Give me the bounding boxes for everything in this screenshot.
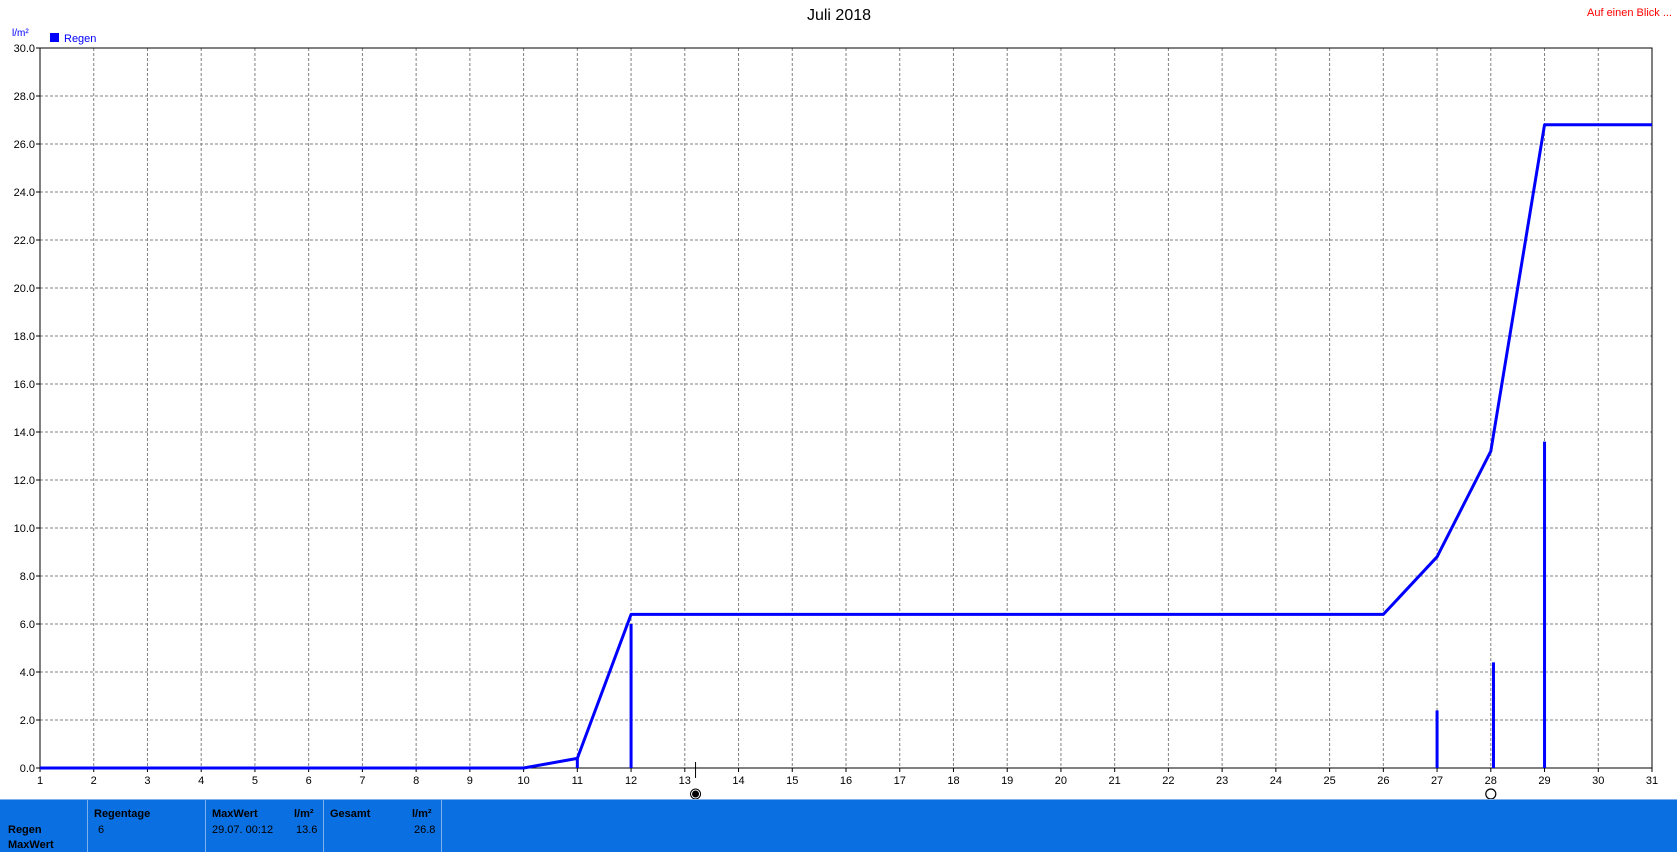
y-tick-label: 10.0 xyxy=(14,523,35,535)
x-tick-label: 20 xyxy=(1055,775,1067,787)
x-tick-label: 7 xyxy=(359,775,365,787)
x-tick-label: 31 xyxy=(1646,775,1658,787)
x-tick-label: 11 xyxy=(572,775,583,787)
x-tick-label: 6 xyxy=(306,775,312,787)
chart: Juli 2018 Auf einen Blick ... l/m² Regen… xyxy=(12,7,1672,799)
full-moon-icon xyxy=(1485,788,1497,799)
row-label-maxwert: MaxWert xyxy=(8,839,54,851)
y-tick-label: 22.0 xyxy=(14,235,35,247)
legend-swatch xyxy=(50,33,59,42)
x-tick-label: 10 xyxy=(517,775,529,787)
y-tick-label: 2.0 xyxy=(20,715,35,727)
row-label-regen: Regen xyxy=(8,824,42,836)
x-tick-label: 1 xyxy=(37,775,43,787)
gesamt-header: Gesamt xyxy=(330,808,371,820)
x-tick-label: 8 xyxy=(413,775,419,787)
x-tick-label: 21 xyxy=(1109,775,1121,787)
y-tick-label: 0.0 xyxy=(20,763,35,775)
y-tick-label: 26.0 xyxy=(14,139,35,151)
y-axis: 0.0 2.0 4.0 6.0 8.0 10.0 12.0 14.0 16.0 18.0 20.0 2… xyxy=(14,43,40,775)
x-tick-label: 26 xyxy=(1377,775,1389,787)
stats-divider xyxy=(441,800,442,852)
y-tick-label: 4.0 xyxy=(20,667,35,679)
x-tick-label: 5 xyxy=(252,775,258,787)
x-tick-label: 9 xyxy=(467,775,473,787)
gesamt-value: 26.8 xyxy=(414,824,436,836)
overview-link[interactable]: Auf einen Blick ... xyxy=(1587,7,1672,19)
x-tick-label: 3 xyxy=(144,775,150,787)
y-tick-label: 6.0 xyxy=(20,619,35,631)
x-tick-label: 16 xyxy=(840,775,852,787)
legend-label-regen: Regen xyxy=(64,33,96,45)
x-tick-label: 18 xyxy=(947,775,959,787)
chart-title: Juli 2018 xyxy=(807,7,871,24)
y-tick-label: 28.0 xyxy=(14,91,35,103)
x-tick-label: 2 xyxy=(91,775,97,787)
x-tick-label: 22 xyxy=(1162,775,1174,787)
y-tick-label: 14.0 xyxy=(14,427,35,439)
x-tick-label: 23 xyxy=(1216,775,1228,787)
maxwert-datetime: 29.07. 00:12 xyxy=(212,824,274,836)
x-tick-label: 17 xyxy=(894,775,906,787)
x-tick-label: 25 xyxy=(1323,775,1335,787)
y-tick-label: 20.0 xyxy=(14,283,35,295)
stats-divider xyxy=(205,800,206,852)
stats-divider xyxy=(323,800,324,852)
regentage-value: 6 xyxy=(98,824,105,836)
stats-divider xyxy=(87,800,88,852)
x-tick-label: 30 xyxy=(1592,775,1604,787)
x-tick-label: 15 xyxy=(786,775,798,787)
maxwert-value: 13.6 xyxy=(296,824,318,836)
x-tick-label: 14 xyxy=(732,775,744,787)
x-tick-label: 27 xyxy=(1431,775,1443,787)
gesamt-unit: l/m² xyxy=(412,808,432,820)
x-tick-label: 4 xyxy=(198,775,204,787)
x-tick-label: 12 xyxy=(625,775,637,787)
new-moon-icon-core xyxy=(692,790,700,798)
y-tick-label: 30.0 xyxy=(14,43,35,55)
grid xyxy=(40,48,1652,768)
y-tick-label: 24.0 xyxy=(14,187,35,199)
maxwert-header: MaxWert xyxy=(212,808,258,820)
y-tick-label: 12.0 xyxy=(14,475,35,487)
x-tick-label: 29 xyxy=(1538,775,1550,787)
x-tick-label: 24 xyxy=(1270,775,1282,787)
regentage-header: Regentage xyxy=(94,808,151,820)
x-tick-label: 13 xyxy=(679,775,691,787)
maxwert-unit: l/m² xyxy=(294,808,314,820)
y-tick-label: 16.0 xyxy=(14,379,35,391)
y-tick-label: 18.0 xyxy=(14,331,35,343)
x-tick-label: 19 xyxy=(1001,775,1013,787)
statistics-panel: Regen MaxWert Regentage 6 MaxWert l/m² 2… xyxy=(0,799,1677,852)
y-tick-label: 8.0 xyxy=(20,571,35,583)
x-axis: 1 2 3 4 5 6 7 8 9 10 11 12 13 14 15 16 17 18 19 20 21 22 23 24 2… xyxy=(37,768,1658,787)
x-tick-label: 28 xyxy=(1485,775,1497,787)
y-axis-unit: l/m² xyxy=(12,28,29,39)
